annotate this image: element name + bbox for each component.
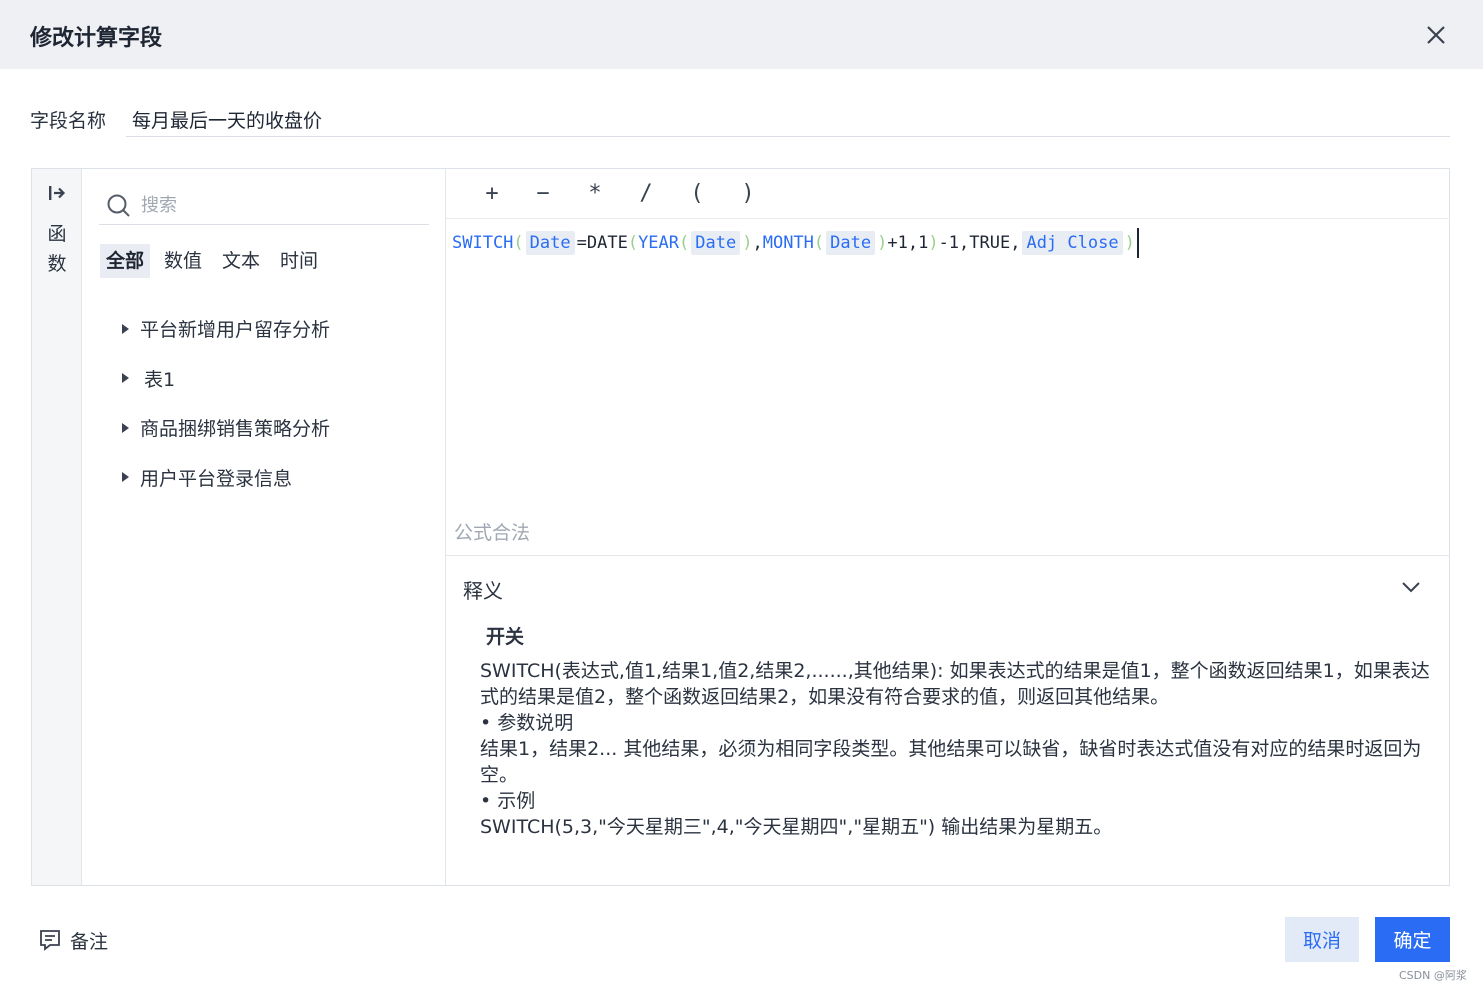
- formula-token: ): [742, 233, 753, 253]
- formula-function-token: MONTH: [762, 233, 814, 253]
- field-name-row: 字段名称: [30, 103, 1450, 137]
- search-box: [99, 187, 429, 225]
- comment-icon: [40, 930, 60, 951]
- field-list-panel: 全部 数值 文本 时间 平台新增用户留存分析 表1 商品捆绑销售策略分析 用户平…: [82, 169, 446, 885]
- formula-token: (: [679, 233, 690, 253]
- minus-operator-button[interactable]: −: [526, 177, 560, 211]
- field-name-label: 字段名称: [30, 110, 107, 132]
- caret-right-icon: [122, 323, 129, 334]
- formula-token: (: [627, 233, 639, 253]
- formula-input[interactable]: SWITCH(Date =DATE(YEAR(Date),MONTH(Date)+…: [452, 227, 1139, 259]
- watermark: CSDN @阿浆: [1399, 969, 1467, 982]
- formula-token: (: [513, 233, 524, 253]
- tab-number[interactable]: 数值: [158, 244, 208, 278]
- formula-function-token: SWITCH: [452, 233, 514, 253]
- tree-item-label: 平台新增用户留存分析: [140, 319, 331, 342]
- tab-all[interactable]: 全部: [100, 244, 151, 278]
- formula-panel: 函数 全部 数值 文本 时间 平台新增用户留存分析 表1: [31, 168, 1450, 886]
- note-label: 备注: [70, 930, 109, 953]
- search-icon: [107, 194, 130, 217]
- expand-icon[interactable]: [47, 183, 67, 203]
- field-name-input[interactable]: [126, 103, 1450, 137]
- formula-token: +1,1: [887, 233, 929, 253]
- dialog-header: 修改计算字段: [0, 0, 1483, 69]
- tree-item-label: 表1: [144, 368, 176, 391]
- dialog-title: 修改计算字段: [30, 26, 163, 51]
- formula-token: ): [877, 233, 888, 253]
- formula-token: (: [813, 233, 825, 253]
- caret-right-icon: [122, 472, 129, 483]
- example-text: SWITCH(5,3,"今天星期三",4,"今天星期四","星期五") 输出结果…: [480, 816, 1113, 838]
- divide-operator-button[interactable]: /: [629, 177, 663, 211]
- type-tabs: 全部 数值 文本 时间: [100, 244, 324, 278]
- tree-item[interactable]: 商品捆绑销售策略分析: [118, 403, 330, 453]
- formula-token: =DATE: [576, 233, 628, 253]
- formula-token: ): [1124, 233, 1135, 253]
- params-text: 结果1，结果2... 其他结果，必须为相同字段类型。其他结果可以缺省，缺省时表达…: [480, 738, 1422, 786]
- note-button[interactable]: 备注: [38, 926, 108, 954]
- formula-editor: + − * / ( ) SWITCH(Date =DATE(YEAR(Date),…: [446, 169, 1450, 555]
- operator-toolbar: + − * / ( ): [446, 169, 1450, 219]
- plus-operator-button[interactable]: +: [475, 177, 509, 211]
- function-rail[interactable]: 函数: [32, 169, 82, 885]
- function-syntax: SWITCH(表达式,值1,结果1,值2,结果2,......,其他结果): 如…: [480, 660, 1430, 708]
- close-paren-button[interactable]: ): [731, 177, 765, 211]
- formula-field-token[interactable]: Date: [826, 231, 876, 255]
- params-heading: • 参数说明: [480, 712, 574, 734]
- text-caret: [1136, 228, 1139, 258]
- tab-text[interactable]: 文本: [216, 244, 266, 278]
- example-heading: • 示例: [480, 790, 536, 812]
- cancel-button[interactable]: 取消: [1285, 917, 1359, 962]
- formula-token: -1,TRUE,: [938, 233, 1021, 253]
- formula-token: ): [928, 233, 939, 253]
- dataset-tree: 平台新增用户留存分析 表1 商品捆绑销售策略分析 用户平台登录信息: [118, 304, 330, 502]
- tree-item-label: 用户平台登录信息: [140, 467, 293, 490]
- caret-right-icon: [122, 373, 129, 384]
- explanation-body: 开关 SWITCH(表达式,值1,结果1,值2,结果2,......,其他结果)…: [480, 624, 1430, 840]
- search-input[interactable]: [141, 189, 421, 221]
- explanation-panel: 释义 开关 SWITCH(表达式,值1,结果1,值2,结果2,......,其他…: [446, 555, 1450, 885]
- tree-item[interactable]: 用户平台登录信息: [118, 453, 330, 503]
- tree-item-label: 商品捆绑销售策略分析: [140, 418, 331, 441]
- caret-right-icon: [122, 422, 129, 433]
- open-paren-button[interactable]: (: [680, 177, 714, 211]
- tab-time[interactable]: 时间: [274, 244, 324, 278]
- function-rail-label: 函数: [47, 223, 67, 275]
- formula-field-token[interactable]: Date: [525, 231, 575, 255]
- chevron-down-icon[interactable]: [1398, 574, 1424, 600]
- formula-token: ,: [752, 233, 763, 253]
- multiply-operator-button[interactable]: *: [578, 177, 612, 211]
- formula-field-token[interactable]: Adj Close: [1022, 231, 1123, 255]
- formula-function-token: YEAR: [638, 233, 680, 253]
- formula-field-token[interactable]: Date: [691, 231, 741, 255]
- tree-item[interactable]: 表1: [118, 354, 330, 404]
- close-icon[interactable]: [1421, 20, 1451, 50]
- function-name: 开关: [486, 626, 525, 648]
- explanation-title: 释义: [463, 579, 503, 603]
- validation-status: 公式合法: [454, 522, 531, 544]
- tree-item[interactable]: 平台新增用户留存分析: [118, 304, 330, 354]
- confirm-button[interactable]: 确定: [1375, 917, 1450, 962]
